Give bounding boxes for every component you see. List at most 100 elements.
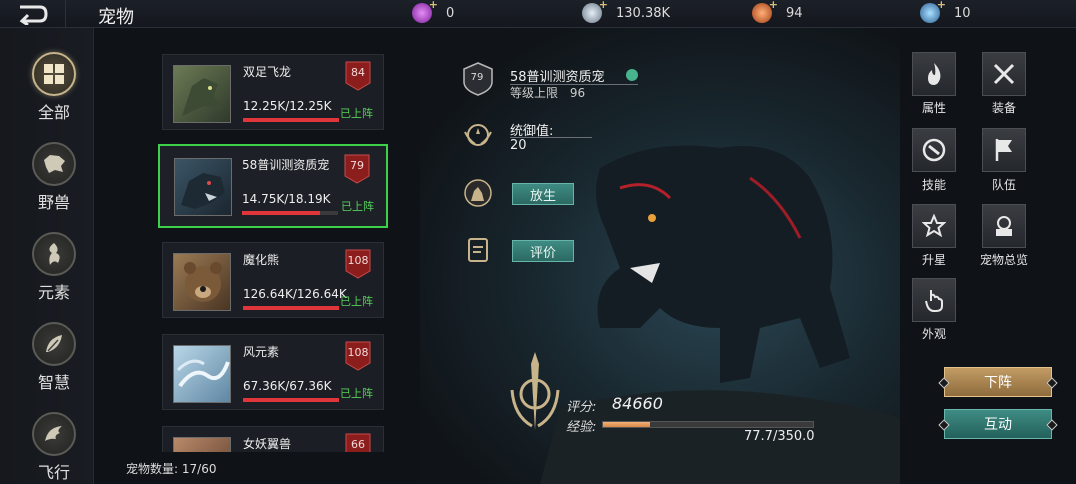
diamond-ornament [938, 377, 950, 389]
beast-head-icon [32, 142, 76, 186]
deployed-status: 已上阵 [340, 387, 373, 400]
pet-count-label: 宠物数量: [126, 462, 179, 476]
level-value: 108 [347, 346, 369, 359]
back-button[interactable] [0, 0, 66, 28]
hp-bar-fill [242, 211, 320, 215]
level-badge: 108 [345, 249, 371, 279]
pet-card[interactable]: 双足飞龙 12.25K/12.25K 84 已上阵 [162, 54, 384, 130]
crossed-swords-icon [993, 63, 1015, 85]
pet-name: 风元素 [243, 345, 280, 359]
hp-bar [243, 398, 339, 402]
release-button[interactable]: 放生 [512, 183, 574, 205]
pet-name: 魔化熊 [243, 253, 280, 267]
star-up-label: 升星 [921, 253, 946, 267]
hp-bar-fill [243, 306, 339, 310]
resource-value: 130.38K [616, 5, 671, 21]
level-badge: 84 [345, 61, 371, 91]
appearance-button[interactable] [912, 278, 956, 322]
appearance-label: 外观 [921, 327, 946, 341]
back-arrow-icon [19, 5, 48, 25]
pet-hp: 67.36K/67.36K [243, 379, 332, 393]
wing-icon [32, 412, 76, 456]
orange-orb-icon: + [752, 0, 778, 23]
level-badge: 108 [345, 341, 371, 371]
edit-name-icon[interactable] [626, 69, 638, 81]
resource-purple-gem[interactable]: + 0 [412, 0, 455, 24]
category-all[interactable]: 全部 [26, 52, 82, 132]
deployed-status: 已上阵 [340, 107, 373, 120]
overview-icon [996, 216, 1012, 236]
category-label: 飞行 [37, 463, 70, 482]
diamond-ornament [938, 419, 950, 431]
level-badge: 66 [345, 433, 371, 452]
diamond-ornament [1046, 377, 1058, 389]
unassign-label: 下阵 [984, 375, 1012, 391]
level-shield-value: 79 [470, 72, 484, 83]
attributes-button[interactable] [912, 52, 956, 96]
hp-bar-fill [243, 398, 339, 402]
pet-count: 宠物数量: 17/60 [126, 460, 216, 477]
pet-overview-button[interactable] [982, 204, 1026, 248]
top-bar: 宠物 + 0 + 130.38K + 94 + 10 [0, 0, 1076, 28]
grid-icon [32, 52, 76, 96]
hp-bar-fill [243, 118, 339, 122]
resource-value: 0 [446, 5, 455, 21]
wisdom-leaf-icon [32, 322, 76, 366]
laurel-emblem-icon [506, 350, 564, 436]
level-value: 108 [347, 254, 369, 267]
skill-icon [922, 138, 946, 162]
equipment-button[interactable] [982, 52, 1026, 96]
star-icon [922, 214, 946, 238]
pet-card[interactable]: 女妖翼兽 66 [162, 426, 384, 452]
category-element[interactable]: 元素 [26, 232, 82, 312]
deployed-status: 已上阵 [341, 200, 374, 213]
exp-label: 经验: [566, 420, 597, 435]
command-value: 20 [510, 138, 527, 153]
pet-detail-name: 58普训测资质宠 [510, 70, 605, 85]
exp-value: 77.7/350.0 [744, 429, 815, 444]
pet-name: 女妖翼兽 [243, 437, 292, 451]
score-label: 评分: [566, 400, 597, 415]
category-label: 元素 [37, 283, 70, 302]
attributes-label: 属性 [921, 101, 946, 115]
pet-hp: 12.25K/12.25K [243, 99, 332, 113]
resource-blue-orb[interactable]: + 10 [920, 0, 971, 24]
team-button[interactable] [982, 128, 1026, 172]
pet-name: 58普训测资质宠 [242, 158, 330, 172]
howl-wolf-icon [462, 176, 494, 210]
dragon-portrait [173, 65, 231, 123]
hand-icon [925, 290, 943, 312]
category-beast[interactable]: 野兽 [26, 142, 82, 222]
pet-overview-label: 宠物总览 [979, 253, 1028, 267]
hp-bar [243, 118, 339, 122]
skills-label: 技能 [921, 178, 946, 192]
pet-card[interactable]: 魔化熊 126.64K/126.64K 108 已上阵 [162, 242, 384, 318]
bear-portrait [173, 253, 231, 311]
rate-button[interactable]: 评价 [512, 240, 574, 262]
deployed-status: 已上阵 [340, 295, 373, 308]
pet-hp: 14.75K/18.19K [242, 192, 331, 206]
command-emblem-icon [462, 118, 494, 152]
category-flying[interactable]: 飞行 [26, 412, 82, 484]
skills-button[interactable] [912, 128, 956, 172]
pet-card-selected[interactable]: 58普训测资质宠 14.75K/18.19K 79 已上阵 [158, 144, 388, 228]
equipment-label: 装备 [991, 101, 1016, 115]
resource-silver-coin[interactable]: + 130.38K [582, 0, 671, 24]
panther-portrait [174, 158, 232, 216]
unassign-button[interactable]: 下阵 [938, 367, 1058, 397]
diamond-ornament [1046, 419, 1058, 431]
category-wisdom[interactable]: 智慧 [26, 322, 82, 402]
pet-list[interactable]: 双足飞龙 12.25K/12.25K 84 已上阵 58普训测资质宠 14.75… [158, 52, 390, 452]
category-nav: 全部 野兽 元素 智慧 飞行 [0, 28, 94, 484]
resource-orange-orb[interactable]: + 94 [752, 0, 803, 24]
star-up-button[interactable] [912, 204, 956, 248]
level-cap-label: 等级上限 [510, 86, 559, 100]
flame-icon [928, 63, 941, 85]
category-label: 全部 [37, 103, 70, 122]
score-value: 84660 [612, 394, 663, 413]
flag-icon [995, 139, 1012, 161]
level-cap-value: 96 [569, 86, 586, 100]
interact-button[interactable]: 互动 [938, 409, 1058, 439]
pet-card[interactable]: 风元素 67.36K/67.36K 108 已上阵 [162, 334, 384, 410]
rate-clipboard-icon [462, 233, 494, 267]
